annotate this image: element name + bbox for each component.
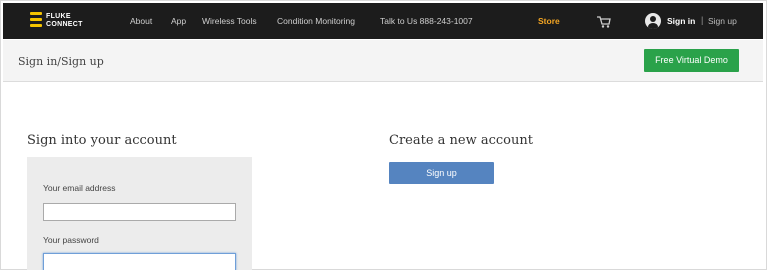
nav-link-talk-to-us[interactable]: Talk to Us 888-243-1007 [380, 16, 473, 26]
create-account-heading: Create a new account [389, 133, 533, 148]
logo-text: FLUKE CONNECT [46, 13, 83, 29]
logo-text-line1: FLUKE [46, 12, 71, 20]
free-virtual-demo-button[interactable]: Free Virtual Demo [644, 49, 739, 72]
signin-heading: Sign into your account [27, 133, 177, 148]
nav-link-store[interactable]: Store [538, 16, 560, 26]
email-field[interactable] [43, 203, 236, 221]
email-label: Your email address [43, 183, 116, 193]
top-navigation: FLUKE CONNECT About App Wireless Tools C… [3, 3, 763, 39]
user-avatar-icon[interactable] [645, 13, 661, 29]
signup-button[interactable]: Sign up [389, 162, 494, 184]
page-title: Sign in/Sign up [18, 55, 104, 68]
password-label: Your password [43, 235, 99, 245]
logo-text-line2: CONNECT [46, 20, 83, 28]
password-field[interactable] [43, 253, 236, 270]
nav-signup-link[interactable]: Sign up [708, 16, 737, 26]
nav-link-app[interactable]: App [171, 16, 186, 26]
nav-link-wireless-tools[interactable]: Wireless Tools [202, 16, 257, 26]
nav-link-condition-monitoring[interactable]: Condition Monitoring [277, 16, 355, 26]
nav-separator: | [701, 15, 704, 25]
fluke-connect-logo[interactable]: FLUKE CONNECT [30, 11, 83, 30]
logo-mark-icon [30, 11, 42, 30]
nav-signin-link[interactable]: Sign in [667, 16, 695, 26]
nav-link-about[interactable]: About [130, 16, 152, 26]
signin-form: Your email address Your password [27, 157, 252, 270]
sub-header: Sign in/Sign up Free Virtual Demo [3, 40, 763, 82]
shopping-cart-icon[interactable] [597, 15, 611, 28]
